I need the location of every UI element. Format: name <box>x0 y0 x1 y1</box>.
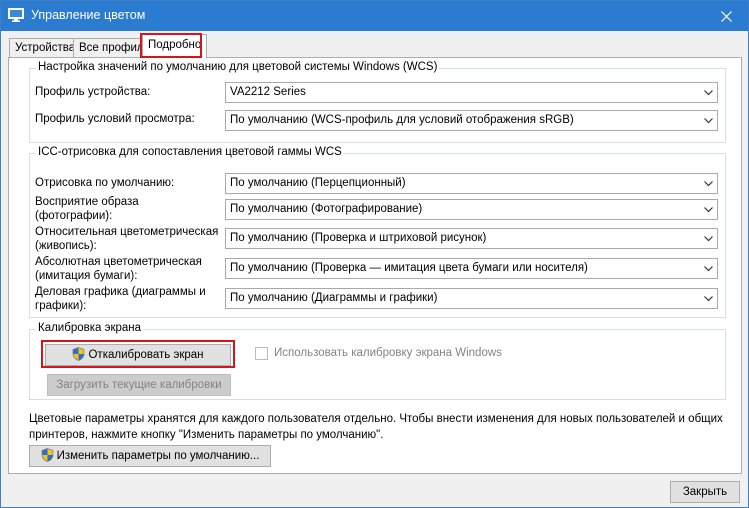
perceptual-label-line1: Восприятие образа <box>35 196 139 208</box>
chevron-down-icon <box>704 296 713 302</box>
close-icon <box>720 10 732 22</box>
calibrate-display-label: Откалибровать экран <box>88 349 204 361</box>
device-profile-value: VA2212 Series <box>230 86 306 98</box>
chevron-down-icon <box>704 266 713 272</box>
business-graphics-select[interactable]: По умолчанию (Диаграммы и графики) <box>225 288 718 309</box>
absolute-colorimetric-select[interactable]: По умолчанию (Проверка — имитация цвета … <box>225 258 718 279</box>
info-text-line1: Цветовые параметры хранятся для каждого … <box>29 413 723 425</box>
uac-shield-icon <box>41 448 53 462</box>
calibrate-display-button[interactable]: Откалибровать экран <box>45 344 231 366</box>
color-management-window: Управление цветом Устройства Все профили… <box>0 0 749 508</box>
perceptual-label-line2: (фотографии): <box>35 210 113 222</box>
business-graphics-label: Деловая графика (диаграммы и графики): <box>35 285 206 313</box>
business-graphics-label-line1: Деловая графика (диаграммы и <box>35 286 206 298</box>
chevron-down-icon <box>704 207 713 213</box>
close-button[interactable]: Закрыть <box>670 481 740 503</box>
relative-colorimetric-value: По умолчанию (Проверка и штриховой рисун… <box>230 232 487 244</box>
relative-colorimetric-label-line2: (живопись): <box>35 240 97 252</box>
chevron-down-icon <box>704 90 713 96</box>
window-title: Управление цветом <box>31 8 146 22</box>
viewing-profile-label: Профиль условий просмотра: <box>35 113 195 125</box>
change-defaults-button[interactable]: Изменить параметры по умолчанию... <box>29 445 271 467</box>
use-windows-calibration-label: Использовать калибровку экрана Windows <box>274 347 502 359</box>
uac-shield-icon <box>73 347 85 361</box>
absolute-colorimetric-label-line2: (имитация бумаги): <box>35 270 138 282</box>
tab-devices[interactable]: Устройства <box>9 38 82 57</box>
tab-all-profiles-label: Все профили <box>79 42 151 54</box>
business-graphics-label-line2: графики): <box>35 300 87 312</box>
calibration-legend: Калибровка экрана <box>36 322 144 334</box>
viewing-profile-value: По умолчанию (WCS-профиль для условий от… <box>230 114 574 126</box>
viewing-profile-select[interactable]: По умолчанию (WCS-профиль для условий от… <box>225 110 718 131</box>
tab-devices-label: Устройства <box>15 42 76 54</box>
absolute-colorimetric-label-line1: Абсолютная цветометрическая <box>35 256 202 268</box>
tab-advanced-label: Подробно <box>148 39 202 51</box>
perceptual-select[interactable]: По умолчанию (Фотографирование) <box>225 199 718 220</box>
absolute-colorimetric-label: Абсолютная цветометрическая (имитация бу… <box>35 255 202 283</box>
default-rendering-label: Отрисовка по умолчанию: <box>35 177 175 189</box>
device-profile-select[interactable]: VA2212 Series <box>225 82 718 103</box>
perceptual-label: Восприятие образа (фотографии): <box>35 195 139 223</box>
absolute-colorimetric-value: По умолчанию (Проверка — имитация цвета … <box>230 262 588 274</box>
relative-colorimetric-label: Относительная цветометрическая (живопись… <box>35 225 218 253</box>
advanced-tab-panel: Настройка значений по умолчанию для цвет… <box>8 57 742 474</box>
chevron-down-icon <box>704 236 713 242</box>
load-current-calibrations-button[interactable]: Загрузить текущие калибровки <box>47 374 231 396</box>
tab-advanced[interactable]: Подробно <box>142 34 208 58</box>
icc-rendering-legend: ICC-отрисовка для сопоставления цветовой… <box>36 146 344 158</box>
relative-colorimetric-label-line1: Относительная цветометрическая <box>35 226 219 238</box>
title-bar[interactable]: Управление цветом <box>1 1 748 31</box>
monitor-icon <box>8 8 24 22</box>
close-window-button[interactable] <box>704 1 748 31</box>
info-text-line2: принтеров, нажмите кнопку "Изменить пара… <box>29 429 384 441</box>
wcs-defaults-legend: Настройка значений по умолчанию для цвет… <box>36 61 440 73</box>
perceptual-value: По умолчанию (Фотографирование) <box>230 203 423 215</box>
chevron-down-icon <box>704 181 713 187</box>
change-defaults-label: Изменить параметры по умолчанию... <box>56 450 260 462</box>
close-button-label: Закрыть <box>682 486 728 498</box>
device-profile-label: Профиль устройства: <box>35 86 151 98</box>
use-windows-calibration-checkbox[interactable] <box>255 347 268 360</box>
load-current-calibrations-label: Загрузить текущие калибровки <box>56 379 222 391</box>
wcs-defaults-group: Настройка значений по умолчанию для цвет… <box>29 61 726 143</box>
default-rendering-select[interactable]: По умолчанию (Перцепционный) <box>225 173 718 194</box>
relative-colorimetric-select[interactable]: По умолчанию (Проверка и штриховой рисун… <box>225 228 718 249</box>
default-rendering-value: По умолчанию (Перцепционный) <box>230 177 406 189</box>
business-graphics-value: По умолчанию (Диаграммы и графики) <box>230 292 438 304</box>
chevron-down-icon <box>704 118 713 124</box>
